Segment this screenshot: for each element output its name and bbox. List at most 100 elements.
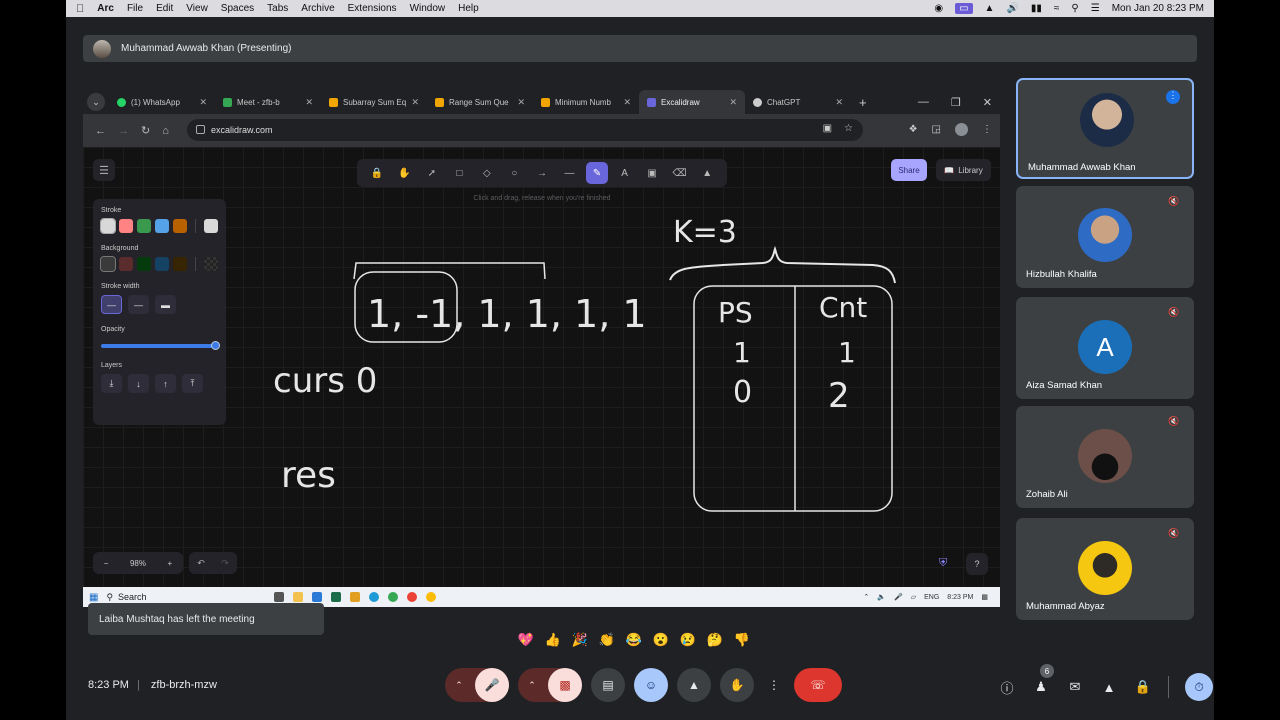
tab-search-button[interactable]: ⌄ <box>87 93 105 111</box>
zoom-out-button[interactable]: − <box>104 559 109 568</box>
chevron-up-icon[interactable]: ⌃ <box>863 593 869 601</box>
new-tab-button[interactable]: + <box>859 95 867 110</box>
redo-icon[interactable]: ↷ <box>221 558 229 569</box>
close-icon[interactable]: ✕ <box>199 97 207 108</box>
reaction-thumbs-up[interactable]: 👍 <box>544 632 562 648</box>
zoom-in-button[interactable]: + <box>168 559 173 568</box>
tab-meet[interactable]: Meet - zfb-b ✕ <box>215 90 321 114</box>
camera-off-icon[interactable]: ▩ <box>548 668 582 702</box>
captions-button[interactable]: ▤ <box>591 668 625 702</box>
activities-icon[interactable]: ▲ <box>1100 678 1118 696</box>
slider-knob[interactable] <box>211 341 220 350</box>
raise-hand-button[interactable]: ✋ <box>720 668 754 702</box>
apple-icon[interactable]:  <box>76 3 84 15</box>
url-field[interactable]: excalidraw.com ▣ ☆ <box>187 119 863 141</box>
volume-icon[interactable]: 🔈 <box>877 593 886 601</box>
tab-chatgpt[interactable]: ChatGPT ✕ <box>745 90 851 114</box>
hand-icon[interactable]: ✋ <box>393 162 415 184</box>
taskbar-search[interactable]: ⚲ Search <box>106 590 226 604</box>
menu-help[interactable]: Help <box>458 3 479 14</box>
reaction-thumbs-down[interactable]: 👎 <box>733 632 751 648</box>
spotlight-icon[interactable]: ⚲ <box>1071 3 1078 14</box>
close-icon[interactable]: ✕ <box>411 97 419 108</box>
bg-color-swatch[interactable] <box>119 257 133 271</box>
meeting-code[interactable]: zfb-brzh-mzw <box>151 679 217 691</box>
close-icon[interactable]: ✕ <box>835 97 843 108</box>
ellipse-icon[interactable]: ○ <box>503 162 525 184</box>
store-icon[interactable] <box>312 592 323 602</box>
close-icon[interactable]: ✕ <box>623 97 631 108</box>
present-button[interactable]: ▲ <box>677 668 711 702</box>
close-icon[interactable]: ✕ <box>517 97 525 108</box>
tab-minimum-number[interactable]: Minimum Numb ✕ <box>533 90 639 114</box>
chat-icon[interactable]: ✉ <box>1066 678 1084 696</box>
info-icon[interactable]: ⓘ <box>998 678 1016 696</box>
chevron-up-icon[interactable]: ⌃ <box>518 680 546 691</box>
host-controls-icon[interactable]: 🔒 <box>1134 678 1152 696</box>
eraser-icon[interactable]: ⌫ <box>669 162 691 184</box>
menu-file[interactable]: File <box>127 3 143 14</box>
help-button[interactable]: ? <box>966 553 988 575</box>
menu-spaces[interactable]: Spaces <box>221 3 254 14</box>
menu-tabs[interactable]: Tabs <box>267 3 288 14</box>
bring-to-front-icon[interactable]: ⤒ <box>182 374 203 393</box>
chevron-up-icon[interactable]: ⌃ <box>445 680 473 691</box>
volume-icon[interactable]: 🔊 <box>1006 3 1018 14</box>
tab-whatsapp[interactable]: (1) WhatsApp ✕ <box>109 90 215 114</box>
split-screen-icon[interactable]: ◲ <box>932 124 941 135</box>
participant-tile[interactable]: ⋮ Muhammad Awwab Khan <box>1016 78 1194 179</box>
close-window-icon[interactable]: ✕ <box>983 96 992 109</box>
tab-excalidraw[interactable]: Excalidraw ✕ <box>639 90 745 114</box>
lang-indicator[interactable]: ENG <box>924 594 939 601</box>
reaction-heart[interactable]: 💖 <box>517 632 535 648</box>
home-icon[interactable]: ⌂ <box>162 125 169 137</box>
install-app-icon[interactable]: ▣ <box>823 123 832 134</box>
reaction-party[interactable]: 🎉 <box>571 632 589 648</box>
participant-tile[interactable]: 🔇 Muhammad Abyaz <box>1016 518 1194 620</box>
timer-icon[interactable]: ⏱ <box>1185 673 1213 701</box>
wifi-icon[interactable]: ≈ <box>1054 3 1060 14</box>
reload-icon[interactable]: ↻ <box>141 124 150 137</box>
participant-tile[interactable]: 🔇 Hizbullah Khalifa <box>1016 186 1194 288</box>
menu-extensions[interactable]: Extensions <box>348 3 397 14</box>
battery-icon[interactable]: ▮▮ <box>1031 3 1042 14</box>
edge-icon[interactable] <box>369 592 380 602</box>
stroke-color-swatch[interactable] <box>137 219 151 233</box>
control-center-icon[interactable]: ☰ <box>1091 3 1100 14</box>
reaction-surprised[interactable]: 😮 <box>652 632 670 648</box>
reaction-thinking[interactable]: 🤔 <box>706 632 724 648</box>
stroke-color-swatch[interactable] <box>100 218 116 234</box>
tab-subarray-sum[interactable]: Subarray Sum Eq ✕ <box>321 90 427 114</box>
forward-icon[interactable]: → <box>118 125 129 137</box>
bg-color-swatch[interactable] <box>137 257 151 271</box>
more-options-button[interactable]: ⋮ <box>763 668 785 702</box>
chrome-icon[interactable] <box>388 592 399 602</box>
back-icon[interactable]: ← <box>95 125 106 137</box>
arrow-icon[interactable]: → <box>531 162 553 184</box>
task-view-icon[interactable] <box>274 592 285 602</box>
mic-off-icon[interactable]: 🎤 <box>475 668 509 702</box>
participant-tile[interactable]: 🔇 Zohaib Ali <box>1016 406 1194 508</box>
bg-color-swatch[interactable] <box>100 256 116 272</box>
rectangle-icon[interactable]: □ <box>448 162 470 184</box>
excalidraw-canvas[interactable]: K=3 1, -1, 1, 1, 1, 1 curs 0 res PS Cnt … <box>83 147 1000 587</box>
leave-call-button[interactable]: ☏ <box>794 668 842 702</box>
text-icon[interactable]: A <box>614 162 636 184</box>
menu-clock[interactable]: Mon Jan 20 8:23 PM <box>1112 3 1204 14</box>
bg-color-swatch[interactable] <box>173 257 187 271</box>
wifi-signal-icon[interactable]: ▲ <box>985 3 995 14</box>
taskbar-time[interactable]: 8:23 PM <box>947 594 973 601</box>
stroke-thin-button[interactable]: — <box>101 295 122 314</box>
menu-archive[interactable]: Archive <box>301 3 334 14</box>
notifications-icon[interactable]: ▩ <box>981 593 988 601</box>
stroke-color-swatch[interactable] <box>155 219 169 233</box>
pencil-icon[interactable]: ✎ <box>586 162 609 184</box>
shield-icon[interactable]: ⛨ <box>939 557 947 570</box>
reaction-sad[interactable]: 😢 <box>679 632 697 648</box>
current-stroke-color[interactable] <box>204 219 218 233</box>
restore-icon[interactable]: ❐ <box>951 96 961 109</box>
image-icon[interactable]: ▣ <box>641 162 663 184</box>
emoji-button[interactable]: ☺ <box>634 668 668 702</box>
more-tools-icon[interactable]: ▲ <box>696 162 718 184</box>
reaction-laugh[interactable]: 😂 <box>625 632 643 648</box>
